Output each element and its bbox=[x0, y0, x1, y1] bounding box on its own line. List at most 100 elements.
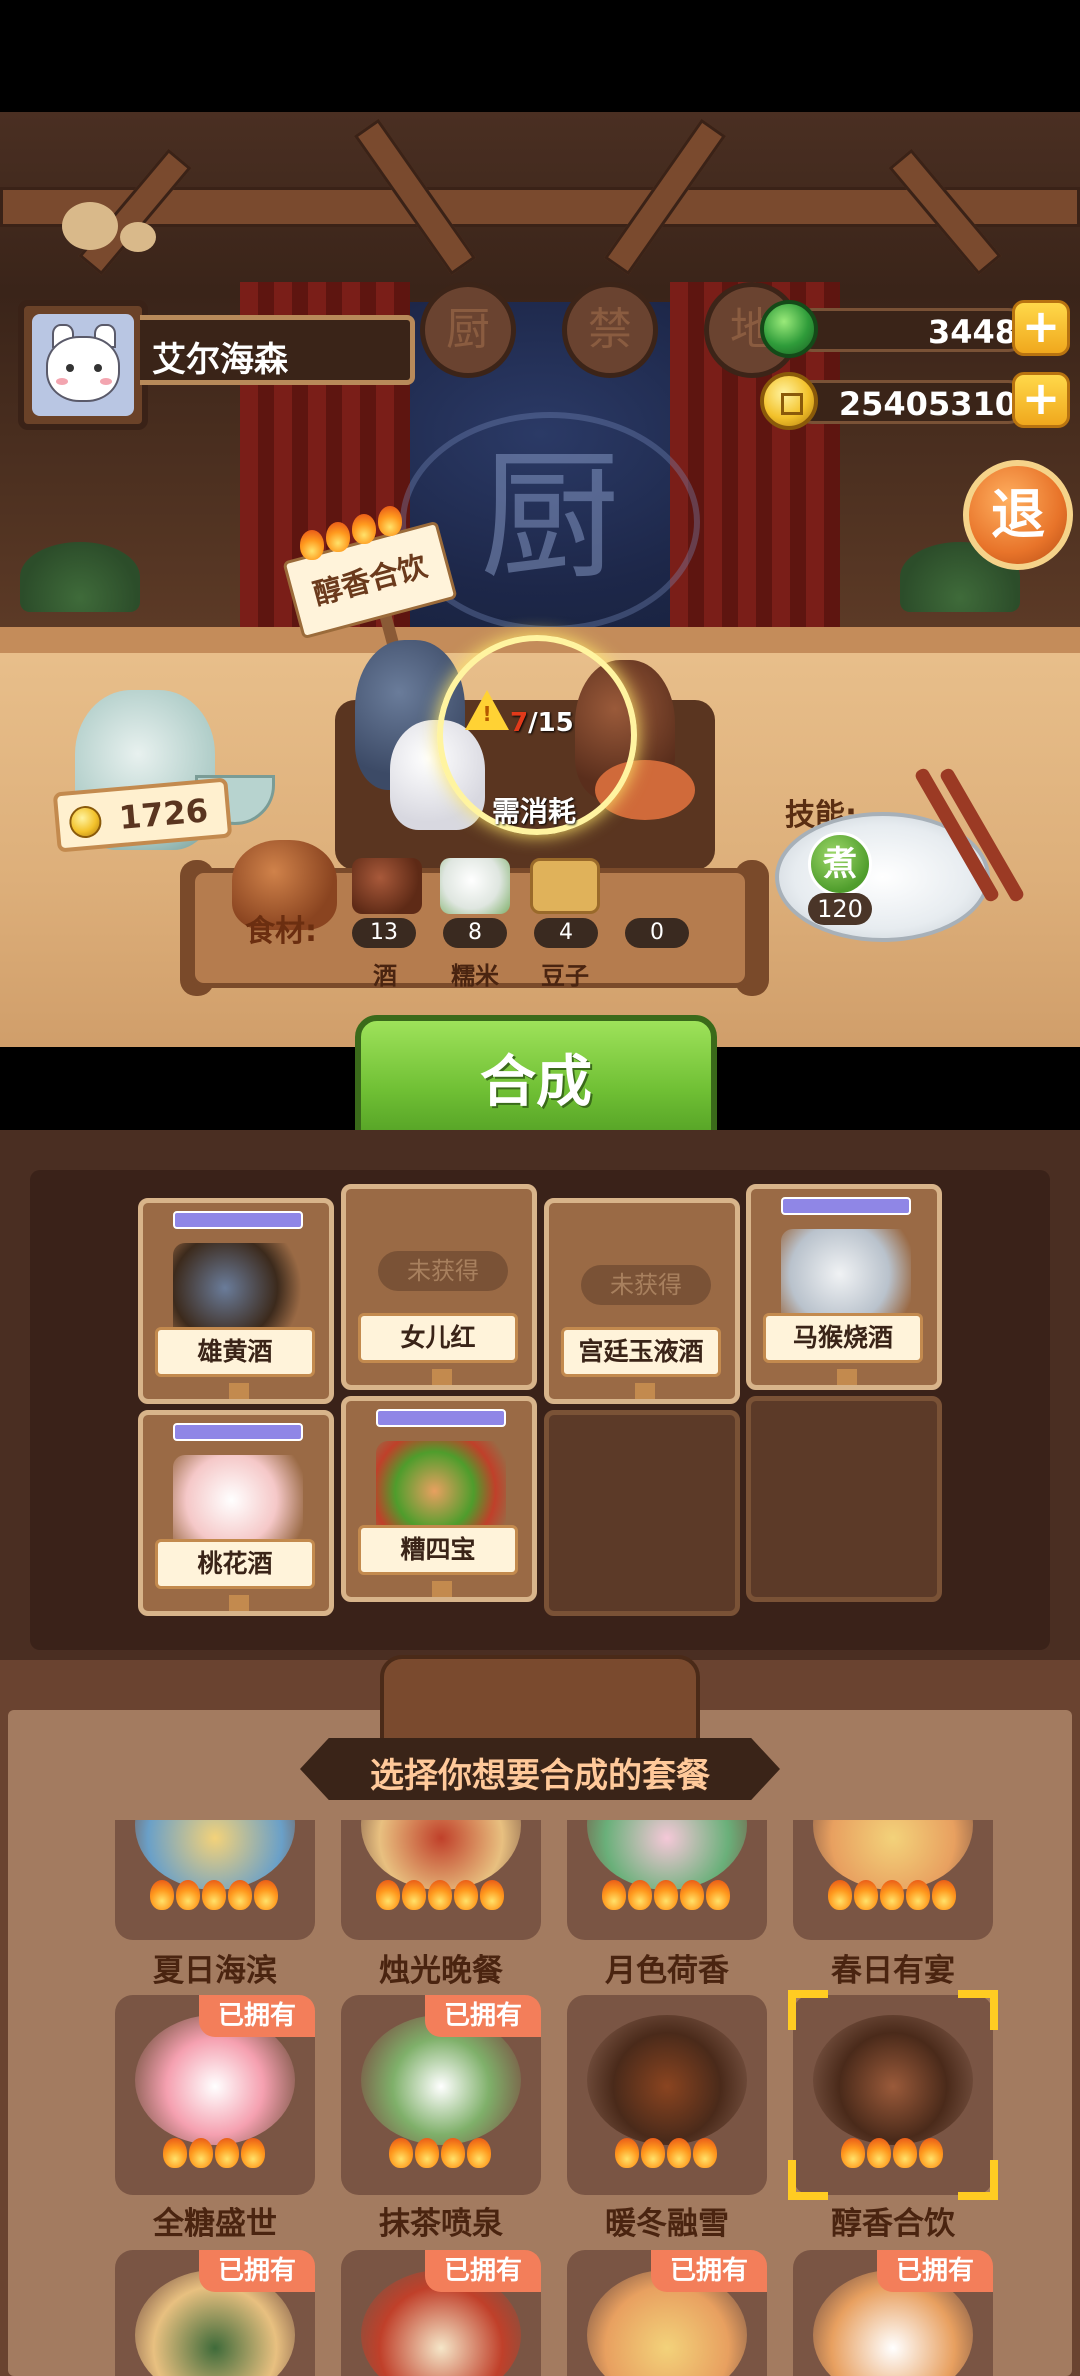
inventory-slot[interactable]: 马猴烧酒 bbox=[746, 1184, 942, 1390]
flame-icon bbox=[467, 2138, 491, 2168]
flame-icon bbox=[202, 1880, 226, 1910]
flame-icon bbox=[480, 1880, 504, 1910]
set-card[interactable]: 已拥有 bbox=[793, 2250, 993, 2376]
flame-icon bbox=[352, 514, 376, 544]
exit-button[interactable]: 退 bbox=[963, 460, 1073, 570]
sign-medallion: 禁 bbox=[562, 282, 658, 378]
slot-quality-bar bbox=[781, 1197, 911, 1215]
owned-badge: 已拥有 bbox=[199, 2250, 315, 2292]
ingredient-count: 8 bbox=[443, 918, 507, 948]
set-name: 全糖盛世 bbox=[153, 2206, 277, 2242]
progress-total: /15 bbox=[528, 708, 574, 738]
slot-quality-bar bbox=[173, 1423, 303, 1441]
inventory-slot[interactable]: 未获得 宫廷玉液酒 bbox=[544, 1198, 740, 1404]
flame-icon bbox=[628, 1880, 652, 1910]
flame-icon bbox=[389, 2138, 413, 2168]
locked-badge: 未获得 bbox=[378, 1251, 508, 1291]
flame-icon bbox=[402, 1880, 426, 1910]
inventory-slot[interactable]: 桃花酒 bbox=[138, 1410, 334, 1616]
flame-icon bbox=[919, 2138, 943, 2168]
flame-icon bbox=[602, 1880, 626, 1910]
empty-slot bbox=[746, 1396, 942, 1602]
ingredients-title: 食材: bbox=[245, 914, 317, 949]
ingredient-count: 4 bbox=[534, 918, 598, 948]
set-card[interactable]: 已拥有 bbox=[115, 2250, 315, 2376]
flame-icon bbox=[326, 522, 350, 552]
locked-badge: 未获得 bbox=[581, 1265, 711, 1305]
owned-badge: 已拥有 bbox=[651, 2250, 767, 2292]
flame-icon bbox=[454, 1880, 478, 1910]
flame-icon bbox=[680, 1880, 704, 1910]
ingredient-name: 糯米 bbox=[451, 962, 499, 990]
flame-icon bbox=[828, 1880, 852, 1910]
recipe-progress: 7/15 bbox=[510, 708, 574, 738]
inventory-slot[interactable]: 糟四宝 bbox=[341, 1396, 537, 1602]
flame-icon bbox=[376, 1880, 400, 1910]
jade-icon bbox=[760, 300, 818, 358]
set-card[interactable]: 已拥有 bbox=[115, 1995, 315, 2195]
set-name: 夏日海滨 bbox=[153, 1953, 277, 1989]
slot-label: 宫廷玉液酒 bbox=[561, 1327, 721, 1377]
cat-avatar-icon bbox=[32, 314, 134, 416]
slot-label: 马猴烧酒 bbox=[763, 1313, 923, 1363]
slot-quality-bar bbox=[376, 1409, 506, 1427]
coin-icon bbox=[760, 372, 818, 430]
flame-icon bbox=[300, 530, 324, 560]
set-card[interactable] bbox=[567, 1995, 767, 2195]
slot-label: 桃花酒 bbox=[155, 1539, 315, 1589]
player-name-plate: 艾尔海森 bbox=[140, 315, 415, 385]
flame-icon bbox=[654, 1880, 678, 1910]
flame-icon bbox=[215, 2138, 239, 2168]
flame-icon bbox=[241, 2138, 265, 2168]
sell-price: 1726 bbox=[117, 791, 210, 837]
set-name: 醇香合饮 bbox=[831, 2206, 955, 2242]
coin-currency: 25405310 + bbox=[760, 372, 1070, 430]
flame-icon bbox=[163, 2138, 187, 2168]
flame-icon bbox=[841, 2138, 865, 2168]
flame-icon bbox=[150, 1880, 174, 1910]
flame-icon bbox=[441, 2138, 465, 2168]
sign-medallion: 厨 bbox=[420, 282, 516, 378]
ingredient-count: 0 bbox=[625, 918, 689, 948]
jade-currency: 3448 + bbox=[760, 300, 1070, 358]
set-card[interactable]: 已拥有 bbox=[341, 2250, 541, 2376]
set-name: 烛光晚餐 bbox=[379, 1953, 503, 1989]
flame-icon bbox=[854, 1880, 878, 1910]
add-jade-button[interactable]: + bbox=[1012, 300, 1070, 356]
inventory-slot[interactable]: 未获得 女儿红 bbox=[341, 1184, 537, 1390]
coin-icon bbox=[68, 804, 103, 840]
flame-icon bbox=[893, 2138, 917, 2168]
flame-icon bbox=[415, 2138, 439, 2168]
player-name: 艾尔海森 bbox=[152, 340, 288, 380]
add-coins-button[interactable]: + bbox=[1012, 372, 1070, 428]
ingredient-name: 豆子 bbox=[541, 962, 589, 990]
owned-badge: 已拥有 bbox=[199, 1995, 315, 2037]
set-card[interactable]: 已拥有 bbox=[567, 2250, 767, 2376]
flame-icon bbox=[867, 2138, 891, 2168]
flame-icon bbox=[254, 1880, 278, 1910]
inventory-slot[interactable]: 雄黄酒 bbox=[138, 1198, 334, 1404]
selection-frame bbox=[788, 1990, 998, 2200]
flame-icon bbox=[378, 506, 402, 536]
set-name: 抹茶喷泉 bbox=[379, 2206, 503, 2242]
ingredient-count: 13 bbox=[352, 918, 416, 948]
set-name: 暖冬融雪 bbox=[605, 2206, 729, 2242]
wine-jar-icon bbox=[352, 858, 422, 914]
avatar[interactable] bbox=[18, 300, 148, 430]
flame-icon bbox=[428, 1880, 452, 1910]
owned-badge: 已拥有 bbox=[877, 2250, 993, 2292]
owned-badge: 已拥有 bbox=[425, 2250, 541, 2292]
skill-badge[interactable]: 煮 bbox=[808, 832, 872, 896]
set-dish-icon bbox=[587, 2015, 747, 2145]
progress-current: 7 bbox=[510, 708, 529, 738]
flame-icon bbox=[932, 1880, 956, 1910]
chick-decoration bbox=[62, 202, 118, 250]
set-selection-title: 选择你想要合成的套餐 bbox=[370, 1756, 710, 1796]
panel-handle bbox=[380, 1655, 700, 1745]
empty-slot bbox=[544, 1410, 740, 1616]
plant-decoration bbox=[20, 542, 140, 612]
flame-icon bbox=[693, 2138, 717, 2168]
status-bar bbox=[0, 0, 1080, 112]
need-cost-label: 需消耗 bbox=[492, 795, 577, 828]
set-card[interactable]: 已拥有 bbox=[341, 1995, 541, 2195]
